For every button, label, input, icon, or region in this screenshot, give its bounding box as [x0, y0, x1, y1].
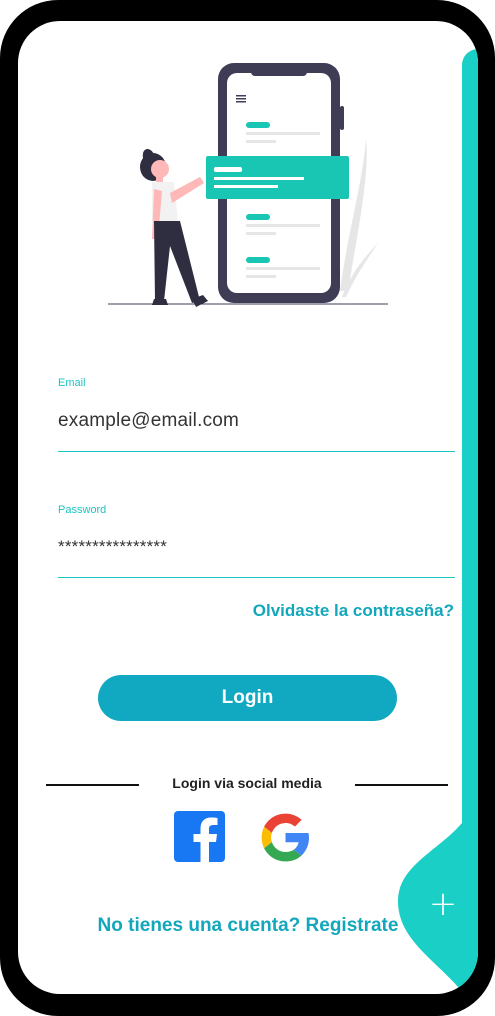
phone-frame: + Email example@email.com Password *****… [0, 0, 495, 1016]
forgot-password-link[interactable]: Olvidaste la contraseña? [253, 601, 454, 621]
password-underline [58, 577, 455, 578]
facebook-icon[interactable] [174, 811, 225, 862]
divider-line-right [355, 784, 448, 786]
app-screen: + Email example@email.com Password *****… [18, 21, 478, 994]
password-field[interactable]: **************** [58, 537, 454, 557]
social-divider-label: Login via social media [172, 775, 322, 791]
email-label: Email [58, 377, 86, 389]
login-button[interactable]: Login [98, 675, 397, 721]
social-divider: Login via social media [46, 773, 448, 797]
register-link[interactable]: No tienes una cuenta? Registrate [18, 915, 478, 937]
password-label: Password [58, 504, 107, 516]
google-icon[interactable] [259, 811, 312, 864]
login-illustration [108, 63, 388, 307]
side-accent-strip [462, 49, 478, 899]
email-underline [58, 451, 455, 452]
email-field[interactable]: example@email.com [58, 410, 454, 432]
